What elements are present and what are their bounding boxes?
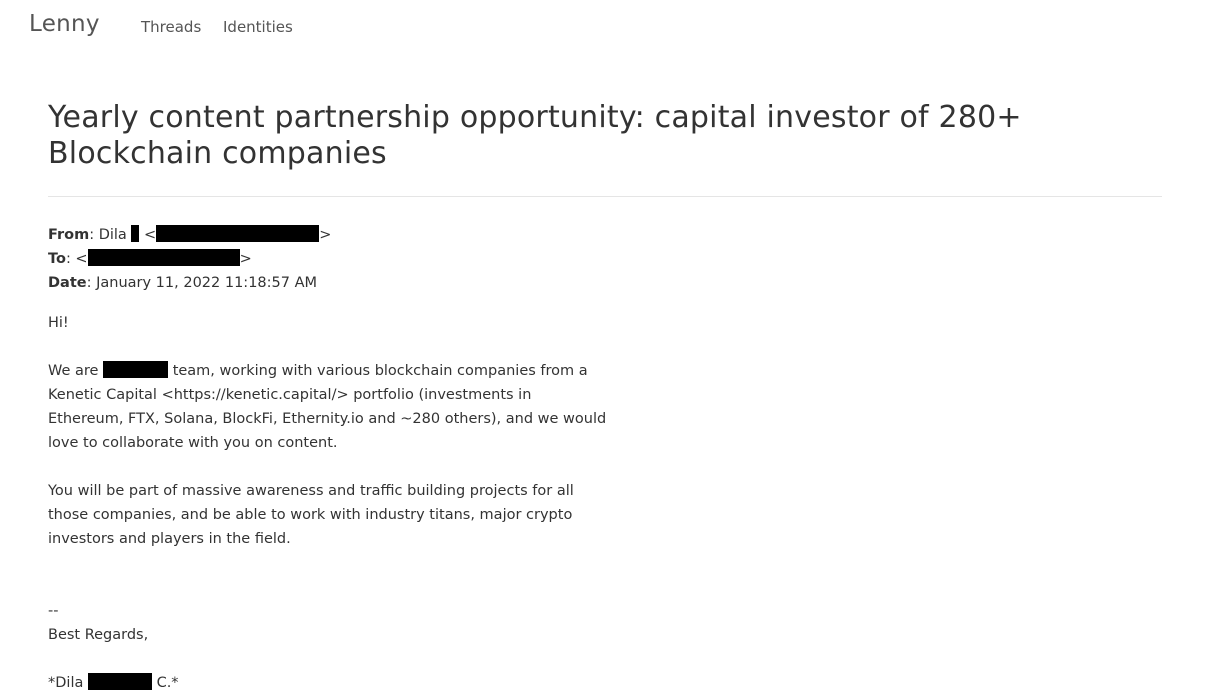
message-title: Yearly content partnership opportunity: … xyxy=(48,100,1022,171)
redacted-team-name xyxy=(103,361,169,378)
signature-name: *Dila C.* xyxy=(48,671,608,693)
redacted-to-email xyxy=(87,249,240,266)
from-line: From: Dila < > xyxy=(48,225,332,243)
top-navbar: Lenny Threads Identities xyxy=(0,0,1210,56)
to-line: To: < > xyxy=(48,249,252,267)
date-label: Date xyxy=(48,275,87,291)
signature-initial: C.* xyxy=(156,675,179,691)
date-value: January 11, 2022 11:18:57 AM xyxy=(96,275,318,291)
from-name: Dila xyxy=(98,227,127,243)
signature-regards: Best Regards, xyxy=(48,627,149,643)
redacted-surname xyxy=(131,225,140,242)
from-label: From xyxy=(48,227,90,243)
signature-separator: -- xyxy=(48,603,59,619)
title-divider xyxy=(48,196,1162,197)
paragraph-intro: We are team, working with various blockc… xyxy=(48,359,608,455)
greeting: Hi! xyxy=(48,315,69,331)
redacted-from-email xyxy=(156,225,320,242)
signature-first-name: *Dila xyxy=(48,675,84,691)
redacted-signature-surname xyxy=(87,673,152,690)
to-label: To xyxy=(48,251,66,267)
paragraph-benefits: You will be part of massive awareness an… xyxy=(48,483,574,547)
nav-link-threads[interactable]: Threads xyxy=(141,18,201,36)
paragraph-intro-start: We are xyxy=(48,363,99,379)
date-line: Date: January 11, 2022 11:18:57 AM xyxy=(48,275,318,291)
brand-logo[interactable]: Lenny xyxy=(29,11,100,37)
nav-link-identities[interactable]: Identities xyxy=(223,18,293,36)
